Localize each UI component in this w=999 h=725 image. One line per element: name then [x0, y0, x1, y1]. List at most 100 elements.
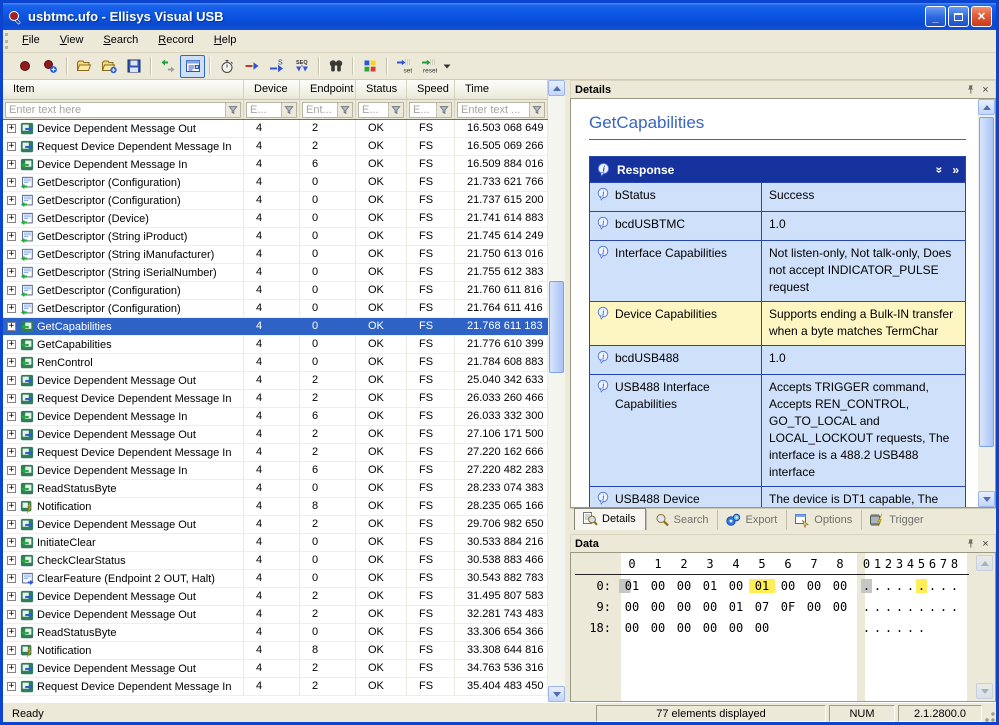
hex-byte[interactable]: 00 — [697, 600, 723, 614]
expand-icon[interactable]: + — [7, 196, 16, 205]
hex-byte[interactable]: 00 — [671, 621, 697, 635]
expand-icon[interactable]: + — [7, 538, 16, 547]
table-row[interactable]: +Device Dependent Message Out42OKFS27.10… — [3, 426, 548, 444]
hex-byte[interactable]: 00 — [827, 579, 853, 593]
table-row[interactable]: +Request Device Dependent Message In42OK… — [3, 678, 548, 696]
maximize-button[interactable] — [948, 6, 969, 27]
menu-record[interactable]: Record — [148, 30, 203, 52]
ascii-char[interactable]: . — [894, 621, 905, 635]
detail-row[interactable]: ibcdUSB4881.0 — [590, 345, 965, 374]
collapse-section-icon[interactable]: » — [932, 166, 946, 173]
expand-icon[interactable]: + — [7, 646, 16, 655]
detail-row[interactable]: ibStatusSuccess — [590, 182, 965, 211]
expand-icon[interactable]: + — [7, 214, 16, 223]
expand-icon[interactable]: + — [7, 358, 16, 367]
seq-button[interactable]: SEQ — [289, 55, 314, 78]
expand-icon[interactable]: + — [7, 556, 16, 565]
set-button[interactable]: set — [391, 55, 416, 78]
hex-byte[interactable]: 00 — [801, 600, 827, 614]
expand-icon[interactable]: + — [7, 286, 16, 295]
column-header-device[interactable]: Device — [244, 80, 300, 100]
table-row[interactable]: +GetDescriptor (Configuration)40OKFS21.7… — [3, 192, 548, 210]
grid-vertical-scrollbar[interactable] — [548, 80, 565, 702]
table-row[interactable]: +GetDescriptor (Configuration)40OKFS21.7… — [3, 174, 548, 192]
ascii-char[interactable]: . — [938, 579, 949, 593]
table-row[interactable]: +Device Dependent Message Out42OKFS34.76… — [3, 660, 548, 678]
ascii-char[interactable]: . — [938, 600, 949, 614]
hex-byte[interactable]: 00 — [645, 621, 671, 635]
filter-input-status[interactable]: E... — [358, 102, 404, 118]
hex-byte[interactable]: 00 — [671, 600, 697, 614]
detail-row[interactable]: iUSB488 DeviceThe device is DT1 capable,… — [590, 486, 965, 507]
hex-byte[interactable]: 0F — [775, 600, 801, 614]
details-scroll-up-button[interactable] — [978, 99, 995, 115]
ascii-char[interactable]: . — [916, 579, 927, 593]
ascii-char[interactable]: . — [927, 600, 938, 614]
ascii-char[interactable]: . — [883, 600, 894, 614]
expand-icon[interactable]: + — [7, 592, 16, 601]
filter-input-time[interactable]: Enter text ... — [457, 102, 545, 118]
hex-vertical-scrollbar[interactable] — [976, 555, 993, 699]
table-row[interactable]: +Notification48OKFS28.235 065 166 — [3, 498, 548, 516]
filter-funnel-button[interactable] — [281, 103, 296, 117]
column-header-endpoint[interactable]: Endpoint — [300, 80, 356, 100]
details-scroll-thumb[interactable] — [979, 117, 994, 447]
expand-icon[interactable]: + — [7, 484, 16, 493]
hex-byte[interactable]: 00 — [619, 600, 645, 614]
expand-icon[interactable]: + — [7, 322, 16, 331]
reset-button[interactable]: reset — [416, 55, 441, 78]
expand-icon[interactable]: + — [7, 250, 16, 259]
ascii-char[interactable]: . — [916, 621, 927, 635]
data-pin-icon[interactable] — [963, 537, 978, 551]
detail-row[interactable]: ibcdUSBTMC1.0 — [590, 211, 965, 240]
hex-byte[interactable]: 00 — [723, 621, 749, 635]
expand-icon[interactable]: + — [7, 160, 16, 169]
ascii-char[interactable]: . — [905, 621, 916, 635]
hex-byte[interactable]: 00 — [827, 600, 853, 614]
hex-byte[interactable]: 01 — [619, 579, 645, 593]
filter-funnel-button[interactable] — [529, 103, 544, 117]
next-transfer-button[interactable] — [239, 55, 264, 78]
ascii-char[interactable]: . — [905, 579, 916, 593]
details-scroll-down-button[interactable] — [978, 491, 995, 507]
ascii-char[interactable]: . — [872, 621, 883, 635]
expand-icon[interactable]: + — [7, 430, 16, 439]
details-vertical-scrollbar[interactable] — [978, 99, 995, 507]
hex-byte[interactable]: 00 — [775, 579, 801, 593]
expand-icon[interactable]: + — [7, 394, 16, 403]
data-close-panel-icon[interactable]: × — [978, 537, 993, 551]
hex-byte[interactable]: 07 — [749, 600, 775, 614]
ascii-char[interactable]: . — [872, 579, 883, 593]
column-header-item[interactable]: Item — [3, 80, 244, 100]
table-row[interactable]: +Device Dependent Message Out42OKFS31.49… — [3, 588, 548, 606]
ascii-char[interactable]: . — [894, 600, 905, 614]
hex-byte[interactable]: 00 — [645, 600, 671, 614]
pin-icon[interactable] — [963, 83, 978, 97]
table-row[interactable]: +GetDescriptor (String iManufacturer)40O… — [3, 246, 548, 264]
hex-byte[interactable]: 01 — [749, 579, 775, 593]
filter-funnel-button[interactable] — [337, 103, 352, 117]
expand-icon[interactable]: + — [7, 610, 16, 619]
hex-byte[interactable]: 00 — [697, 621, 723, 635]
column-header-status[interactable]: Status — [356, 80, 407, 100]
grid-scroll-thumb[interactable] — [549, 281, 564, 373]
menu-view[interactable]: View — [50, 30, 94, 52]
details-view-button[interactable] — [180, 55, 205, 78]
table-row[interactable]: +GetDescriptor (Configuration)40OKFS21.7… — [3, 300, 548, 318]
close-panel-icon[interactable]: × — [978, 83, 993, 97]
menu-help[interactable]: Help — [204, 30, 247, 52]
ascii-char[interactable]: . — [861, 579, 872, 593]
expand-icon[interactable]: + — [7, 664, 16, 673]
expand-icon[interactable]: + — [7, 124, 16, 133]
expand-icon[interactable]: + — [7, 268, 16, 277]
table-row[interactable]: +Request Device Dependent Message In42OK… — [3, 444, 548, 462]
tab-search[interactable]: Search — [646, 510, 718, 530]
ascii-char[interactable]: . — [949, 579, 960, 593]
column-header-time[interactable]: Time — [455, 80, 548, 100]
stopwatch-button[interactable] — [214, 55, 239, 78]
tab-trigger[interactable]: Trigger — [861, 510, 932, 530]
table-row[interactable]: +ClearFeature (Endpoint 2 OUT, Halt)40OK… — [3, 570, 548, 588]
details-scroll-track[interactable] — [978, 115, 995, 491]
filter-funnel-button[interactable] — [388, 103, 403, 117]
hex-byte[interactable]: 01 — [697, 579, 723, 593]
